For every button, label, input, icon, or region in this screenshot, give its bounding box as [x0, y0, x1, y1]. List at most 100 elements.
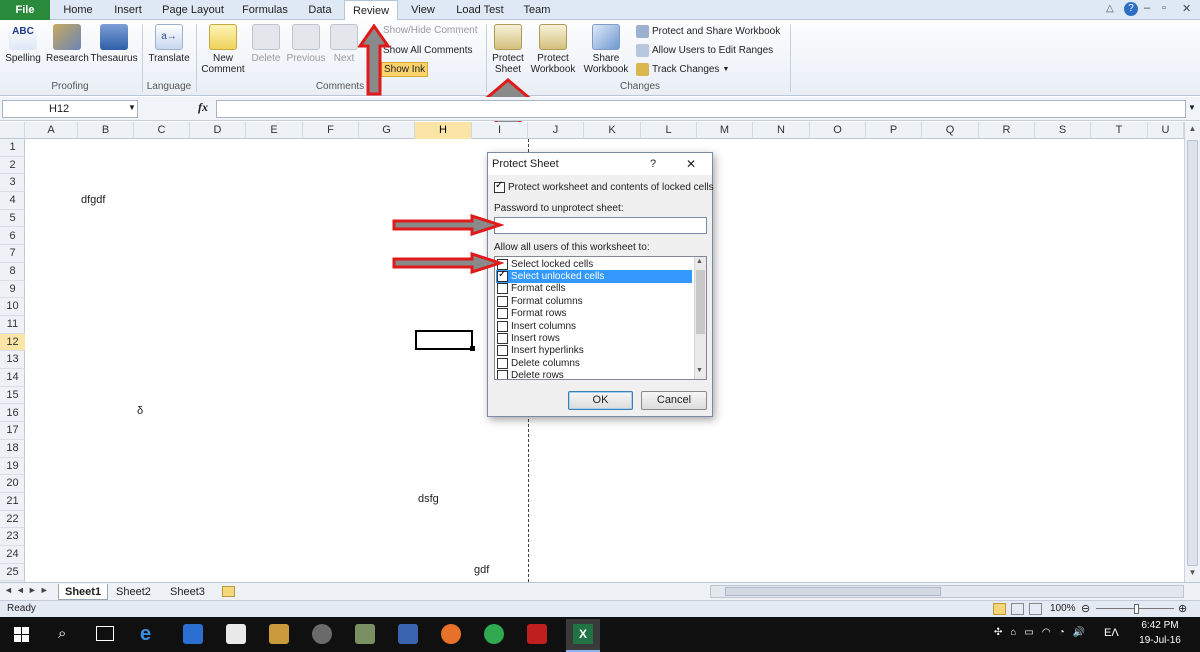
permission-checkbox[interactable]: [497, 370, 508, 379]
column-header[interactable]: E: [246, 122, 303, 139]
window-close-icon[interactable]: ✕: [1182, 2, 1191, 15]
permission-item-selected[interactable]: Select unlocked cells: [496, 269, 692, 283]
tab-file[interactable]: File: [0, 0, 50, 20]
column-header-selected[interactable]: H: [415, 122, 472, 139]
row-header[interactable]: 3: [0, 174, 25, 193]
clock-time[interactable]: 6:42 PM: [1140, 620, 1180, 631]
row-header[interactable]: 21: [0, 493, 25, 511]
tab-page-layout[interactable]: Page Layout: [160, 0, 226, 20]
permission-checkbox[interactable]: [497, 295, 508, 307]
row-header[interactable]: 10: [0, 298, 25, 316]
sheet-tab-sheet2[interactable]: Sheet2: [110, 584, 157, 600]
scroll-down-icon[interactable]: ▼: [696, 367, 703, 374]
ok-button[interactable]: OK: [568, 391, 633, 410]
column-header[interactable]: N: [753, 122, 810, 139]
protect-worksheet-option[interactable]: Protect worksheet and contents of locked…: [494, 180, 714, 193]
row-header[interactable]: 25: [0, 564, 25, 582]
scroll-up-icon[interactable]: ▲: [1187, 124, 1198, 138]
row-header-selected[interactable]: 12: [0, 333, 25, 352]
column-header[interactable]: C: [134, 122, 190, 139]
select-all-corner[interactable]: [0, 122, 25, 139]
permission-checkbox[interactable]: [497, 333, 508, 345]
help-icon[interactable]: ?: [1124, 2, 1138, 16]
protect-workbook-button[interactable]: Protect Workbook: [528, 24, 578, 75]
tab-insert[interactable]: Insert: [110, 0, 146, 20]
row-header[interactable]: 9: [0, 281, 25, 299]
show-all-comments-button[interactable]: Show All Comments: [383, 45, 472, 56]
row-header[interactable]: 15: [0, 387, 25, 405]
name-box[interactable]: H12: [2, 100, 138, 118]
tab-data[interactable]: Data: [302, 0, 338, 20]
cancel-button[interactable]: Cancel: [641, 391, 707, 410]
app-icon-1[interactable]: [269, 624, 289, 644]
row-header[interactable]: 23: [0, 528, 25, 547]
row-header[interactable]: 16: [0, 405, 25, 423]
column-header[interactable]: I: [472, 122, 528, 139]
permission-item[interactable]: Format rows: [496, 308, 692, 320]
cell-c16[interactable]: δ: [137, 405, 143, 417]
row-header[interactable]: 8: [0, 263, 25, 281]
minimize-ribbon-icon[interactable]: △: [1106, 3, 1114, 14]
page-break-view-icon[interactable]: [1029, 603, 1042, 615]
page-layout-view-icon[interactable]: [1011, 603, 1024, 615]
permission-checkbox[interactable]: [497, 357, 508, 369]
row-header[interactable]: 20: [0, 475, 25, 493]
permission-item[interactable]: Delete columns: [496, 357, 692, 369]
row-header[interactable]: 22: [0, 511, 25, 529]
row-header[interactable]: 5: [0, 210, 25, 228]
file-explorer-icon[interactable]: [183, 624, 203, 644]
search-icon[interactable]: ⌕: [58, 625, 66, 642]
column-header[interactable]: F: [303, 122, 359, 139]
app-icon-3[interactable]: [355, 624, 375, 644]
windows-start-icon[interactable]: [14, 627, 30, 642]
row-header[interactable]: 13: [0, 351, 25, 370]
scroll-down-icon[interactable]: ▼: [1187, 568, 1198, 582]
research-button[interactable]: Research: [46, 24, 89, 64]
app-icon-2[interactable]: [312, 624, 332, 644]
translate-button[interactable]: a→ Translate: [146, 24, 192, 64]
zoom-slider-thumb[interactable]: [1134, 604, 1139, 614]
permission-checkbox[interactable]: [497, 308, 508, 320]
column-header[interactable]: R: [979, 122, 1035, 139]
row-header[interactable]: 6: [0, 228, 25, 246]
column-header[interactable]: L: [641, 122, 697, 139]
tab-review[interactable]: Review: [344, 0, 398, 21]
cell-b4[interactable]: dfgdf: [81, 194, 105, 206]
show-hide-comment-button[interactable]: Show/Hide Comment: [383, 25, 477, 36]
zoom-out-icon[interactable]: ⊖: [1081, 602, 1090, 615]
horizontal-scrollbar[interactable]: [710, 585, 1184, 598]
column-header[interactable]: K: [584, 122, 641, 139]
column-header[interactable]: J: [528, 122, 584, 139]
expand-formula-bar-icon[interactable]: ▼: [1188, 103, 1196, 112]
sheet-tab-sheet1[interactable]: Sheet1: [58, 584, 109, 600]
column-header[interactable]: A: [25, 122, 78, 139]
dialog-help-icon[interactable]: ?: [650, 153, 656, 175]
row-header[interactable]: 2: [0, 157, 25, 175]
permission-checkbox[interactable]: [497, 283, 508, 295]
password-input[interactable]: [494, 217, 707, 234]
edge-browser-icon[interactable]: e: [140, 623, 151, 646]
column-header[interactable]: D: [190, 122, 246, 139]
column-header[interactable]: S: [1035, 122, 1091, 139]
insert-function-icon[interactable]: fx: [198, 100, 208, 115]
active-cell-h12[interactable]: [415, 330, 473, 350]
column-header[interactable]: M: [697, 122, 753, 139]
power-app-icon[interactable]: [527, 624, 547, 644]
column-header[interactable]: O: [810, 122, 866, 139]
spelling-button[interactable]: ABC Spelling: [2, 24, 44, 64]
cell-h21[interactable]: dsfg: [418, 493, 439, 505]
scroll-up-icon[interactable]: ▲: [696, 258, 703, 265]
column-header[interactable]: G: [359, 122, 415, 139]
task-view-icon[interactable]: [96, 626, 114, 641]
protect-sheet-button[interactable]: Protect Sheet: [488, 24, 528, 75]
system-tray-icons[interactable]: ✣⌂▭◠◔🔊: [994, 627, 1093, 638]
column-header[interactable]: B: [78, 122, 134, 139]
row-header[interactable]: 7: [0, 245, 25, 263]
previous-comment-button[interactable]: Previous: [286, 24, 326, 64]
row-header[interactable]: 18: [0, 440, 25, 458]
row-header[interactable]: 24: [0, 546, 25, 564]
cell-i25[interactable]: gdf: [474, 564, 489, 576]
window-minimize-icon[interactable]: –: [1144, 2, 1150, 14]
column-header[interactable]: U: [1148, 122, 1184, 139]
name-box-dropdown-icon[interactable]: ▼: [128, 103, 136, 112]
